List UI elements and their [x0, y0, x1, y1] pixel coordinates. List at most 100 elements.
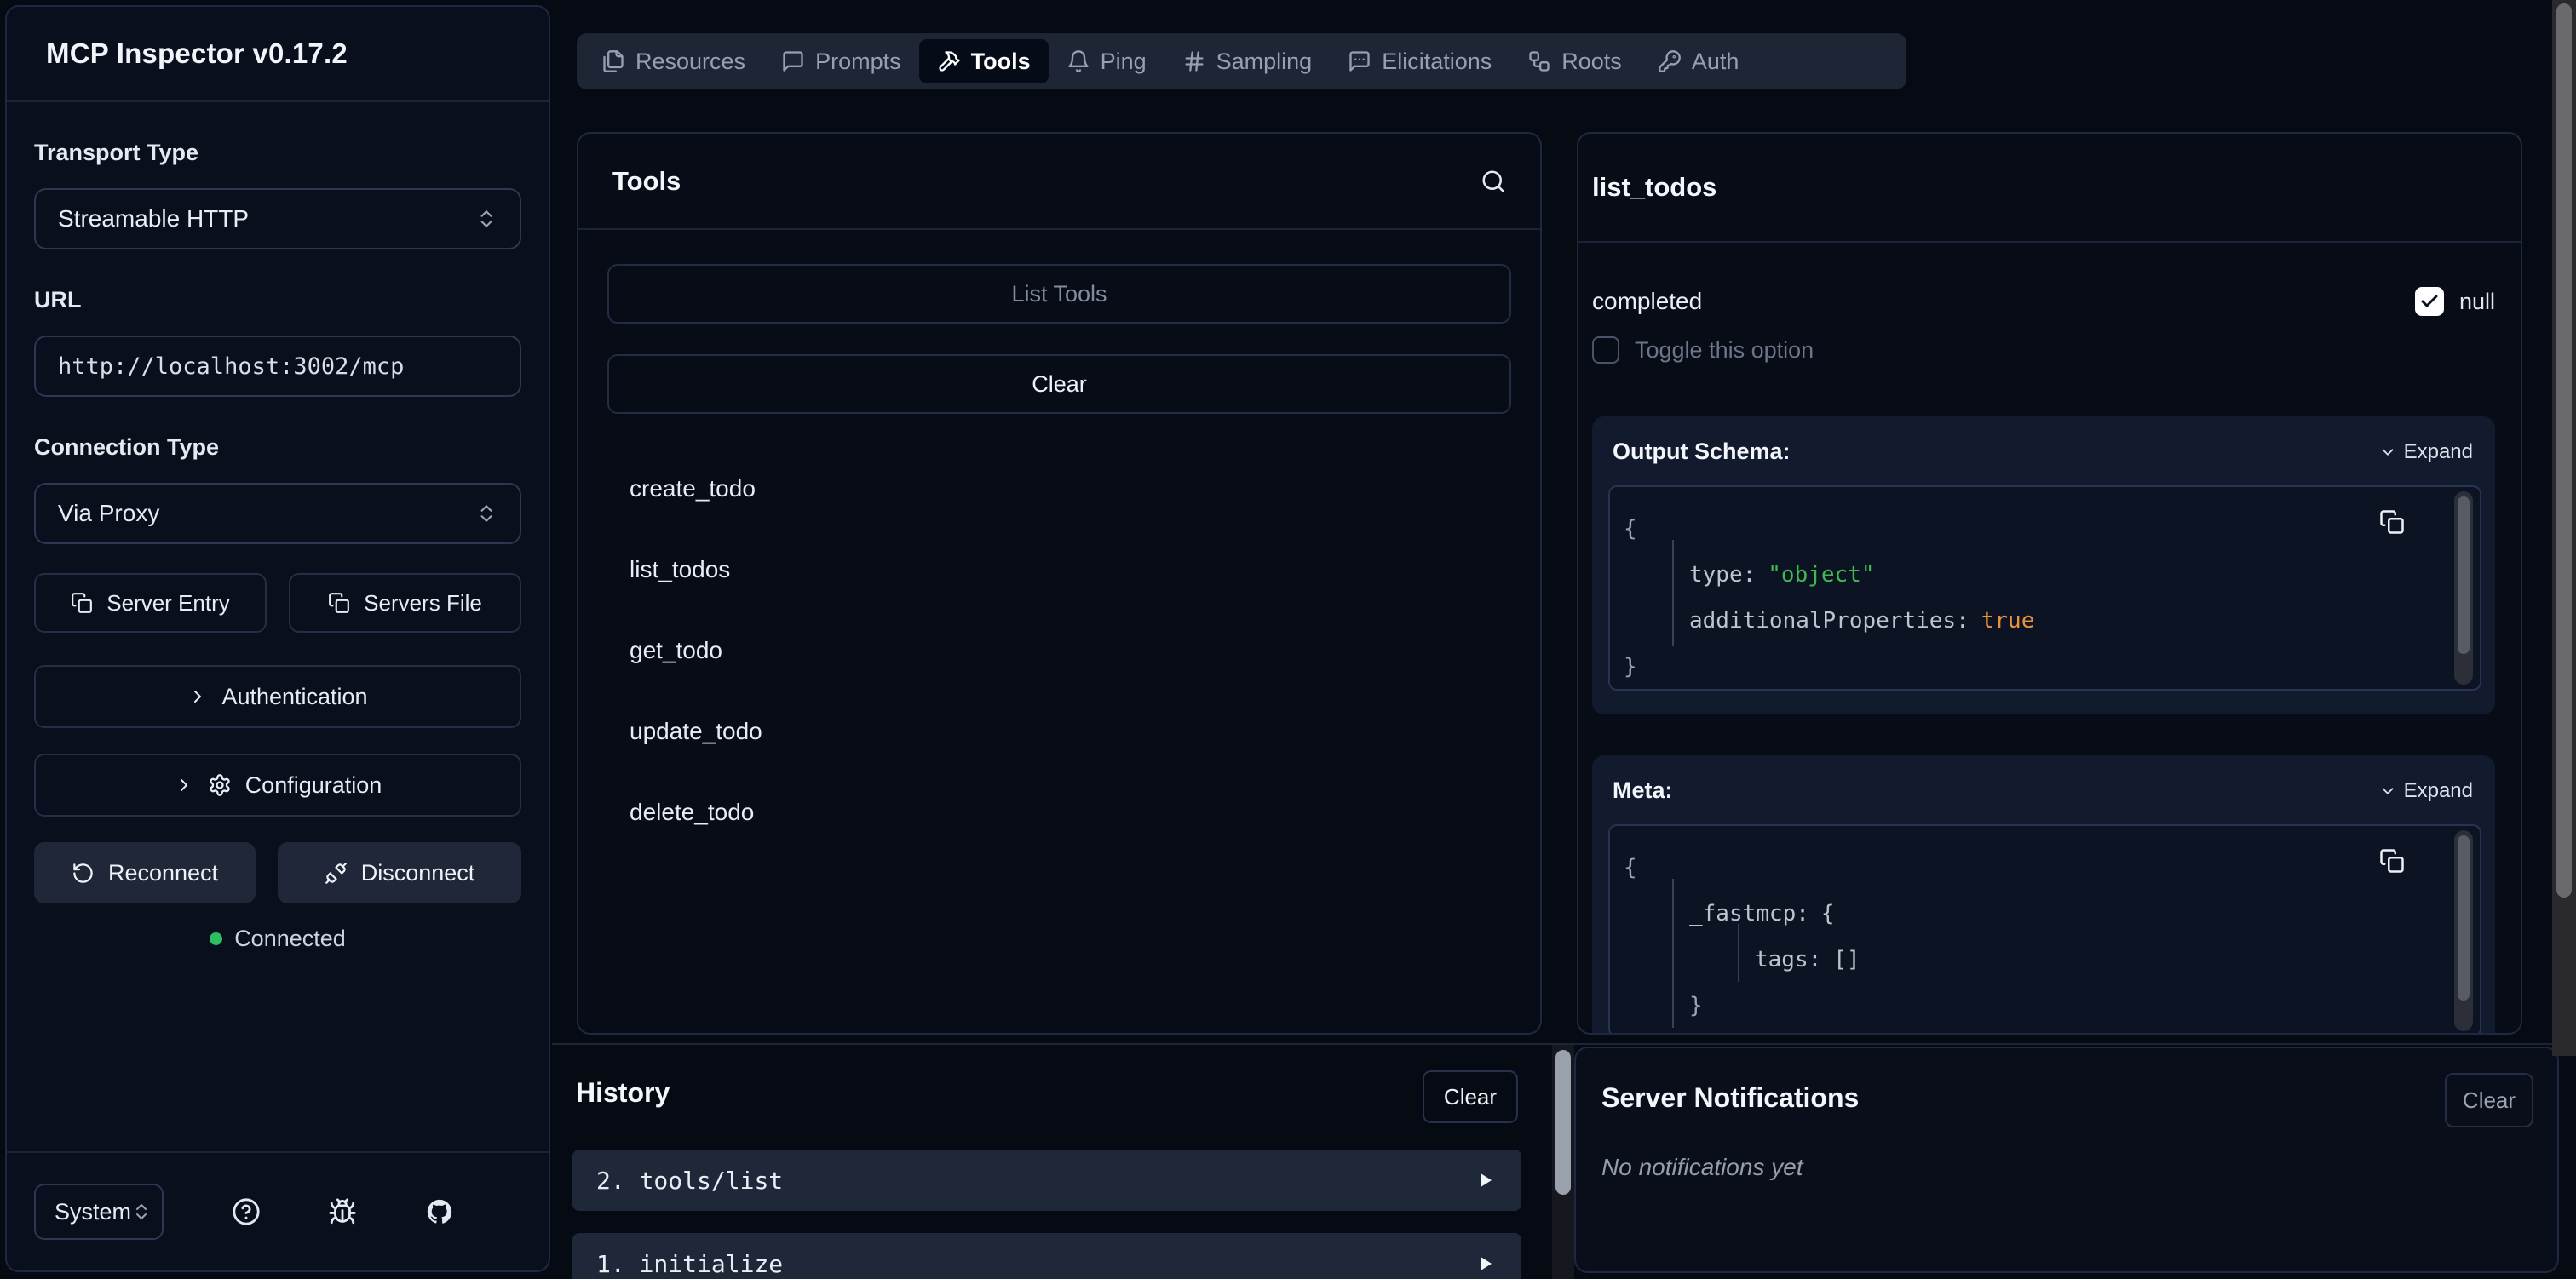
meta-label: Meta:	[1613, 777, 1673, 804]
search-icon[interactable]	[1481, 169, 1506, 194]
transport-type-select[interactable]: Streamable HTTP	[34, 188, 521, 249]
null-checkbox[interactable]	[2415, 287, 2444, 316]
code-token: {	[1624, 516, 1637, 542]
unplug-icon	[325, 862, 348, 885]
server-notifications-panel: Server Notifications Clear No notificati…	[1574, 1047, 2559, 1273]
tab-roots[interactable]: Roots	[1509, 39, 1640, 83]
authentication-accordion[interactable]: Authentication	[34, 665, 521, 728]
history-clear-button[interactable]: Clear	[1423, 1070, 1518, 1123]
rotate-ccw-icon	[72, 862, 95, 885]
url-input[interactable]: http://localhost:3002/mcp	[34, 336, 521, 397]
code-token: tags:	[1755, 947, 1821, 972]
tool-list: create_todo list_todos get_todo update_t…	[607, 448, 1511, 852]
code-scrollbar[interactable]	[2454, 830, 2473, 1031]
sidebar-body: Transport Type Streamable HTTP URL http:…	[7, 140, 549, 952]
hammer-icon	[937, 49, 961, 73]
server-entry-label: Server Entry	[106, 590, 230, 617]
code-token: }	[1624, 654, 1637, 680]
tab-sampling[interactable]: Sampling	[1164, 39, 1331, 83]
history-scrollbar[interactable]	[1552, 1045, 1574, 1279]
list-tools-button[interactable]: List Tools	[607, 264, 1511, 324]
sidebar-header: MCP Inspector v0.17.2	[7, 7, 549, 102]
tool-item-get-todo[interactable]: get_todo	[607, 610, 1511, 691]
code-token: []	[1833, 947, 1860, 972]
sidebar: MCP Inspector v0.17.2 Transport Type Str…	[5, 5, 550, 1272]
meta-expand-button[interactable]: Expand	[2378, 779, 2473, 803]
theme-select[interactable]: System	[34, 1184, 164, 1240]
output-schema-card: Output Schema: Expand { type:"object" ad…	[1592, 416, 2495, 714]
tab-label: Auth	[1692, 49, 1739, 75]
notifications-clear-button[interactable]: Clear	[2445, 1073, 2533, 1127]
url-value: http://localhost:3002/mcp	[58, 353, 404, 380]
message-square-more-icon	[1348, 49, 1371, 73]
code-token: "object"	[1768, 562, 1874, 588]
app-window: MCP Inspector v0.17.2 Transport Type Str…	[0, 0, 2576, 1279]
files-icon	[601, 49, 625, 73]
copy-icon[interactable]	[2379, 848, 2405, 874]
disconnect-label: Disconnect	[361, 860, 475, 886]
tool-item-update-todo[interactable]: update_todo	[607, 691, 1511, 771]
copy-icon	[71, 592, 93, 614]
tool-detail-panel: list_todos completed null Toggle this op…	[1577, 132, 2522, 1035]
connection-type-select[interactable]: Via Proxy	[34, 483, 521, 544]
server-entry-button[interactable]: Server Entry	[34, 573, 267, 633]
tab-label: Elicitations	[1382, 49, 1492, 75]
authentication-label: Authentication	[221, 684, 367, 710]
clear-tools-button[interactable]: Clear	[607, 354, 1511, 414]
sidebar-footer: System	[7, 1151, 549, 1270]
connection-type-label: Connection Type	[34, 434, 521, 461]
tab-elicitations[interactable]: Elicitations	[1330, 39, 1509, 83]
key-icon	[1658, 49, 1682, 73]
check-icon	[2419, 291, 2440, 312]
tab-label: Roots	[1561, 49, 1622, 75]
tab-tools[interactable]: Tools	[919, 39, 1049, 83]
code-token: type:	[1689, 562, 1756, 588]
disconnect-button[interactable]: Disconnect	[278, 842, 521, 903]
tool-item-delete-todo[interactable]: delete_todo	[607, 771, 1511, 852]
tab-label: Sampling	[1216, 49, 1313, 75]
param-name-completed: completed	[1592, 288, 1702, 315]
toggle-option-checkbox[interactable]	[1592, 336, 1619, 364]
gear-icon	[208, 773, 232, 797]
history-item-tools-list[interactable]: 2. tools/list	[572, 1150, 1521, 1211]
output-schema-label: Output Schema:	[1613, 439, 1791, 465]
reconnect-button[interactable]: Reconnect	[34, 842, 256, 903]
servers-file-button[interactable]: Servers File	[289, 573, 521, 633]
play-icon	[1475, 1253, 1496, 1274]
servers-file-label: Servers File	[364, 590, 482, 617]
copy-icon	[328, 592, 350, 614]
copy-icon[interactable]	[2379, 509, 2405, 535]
chevron-up-down-icon	[131, 1202, 152, 1222]
tool-item-list-todos[interactable]: list_todos	[607, 529, 1511, 610]
tab-label: Prompts	[815, 49, 901, 75]
chevron-right-icon	[187, 686, 208, 707]
code-scrollbar[interactable]	[2454, 491, 2473, 685]
tools-panel: Tools List Tools Clear create_todo list_…	[577, 132, 1542, 1035]
transport-type-value: Streamable HTTP	[58, 205, 249, 232]
tab-auth[interactable]: Auth	[1640, 39, 1757, 83]
history-item-label: 1. initialize	[596, 1250, 783, 1278]
code-token: }	[1689, 993, 1703, 1018]
github-icon[interactable]	[425, 1197, 454, 1226]
chevron-down-icon	[2378, 782, 2397, 800]
hash-icon	[1182, 49, 1206, 73]
tab-resources[interactable]: Resources	[584, 39, 763, 83]
tab-ping[interactable]: Ping	[1049, 39, 1164, 83]
meta-card: Meta: Expand { _fastmcp:{ tags:[] }	[1592, 755, 2495, 1035]
tool-item-create-todo[interactable]: create_todo	[607, 448, 1511, 529]
bug-icon[interactable]	[328, 1197, 357, 1226]
history-panel: History Clear 2. tools/list 1. initializ…	[552, 1045, 1544, 1279]
output-schema-expand-button[interactable]: Expand	[2378, 440, 2473, 464]
bell-icon	[1067, 49, 1090, 73]
history-item-initialize[interactable]: 1. initialize	[572, 1233, 1521, 1279]
window-scrollbar[interactable]	[2552, 0, 2576, 1056]
help-icon[interactable]	[232, 1197, 261, 1226]
history-title: History	[576, 1077, 670, 1109]
configuration-accordion[interactable]: Configuration	[34, 754, 521, 817]
connection-type-value: Via Proxy	[58, 500, 159, 527]
chevron-down-icon	[2378, 443, 2397, 462]
chevron-right-icon	[174, 775, 194, 795]
code-token: true	[1981, 608, 2035, 634]
notifications-empty-text: No notifications yet	[1601, 1154, 1803, 1181]
tab-prompts[interactable]: Prompts	[763, 39, 919, 83]
